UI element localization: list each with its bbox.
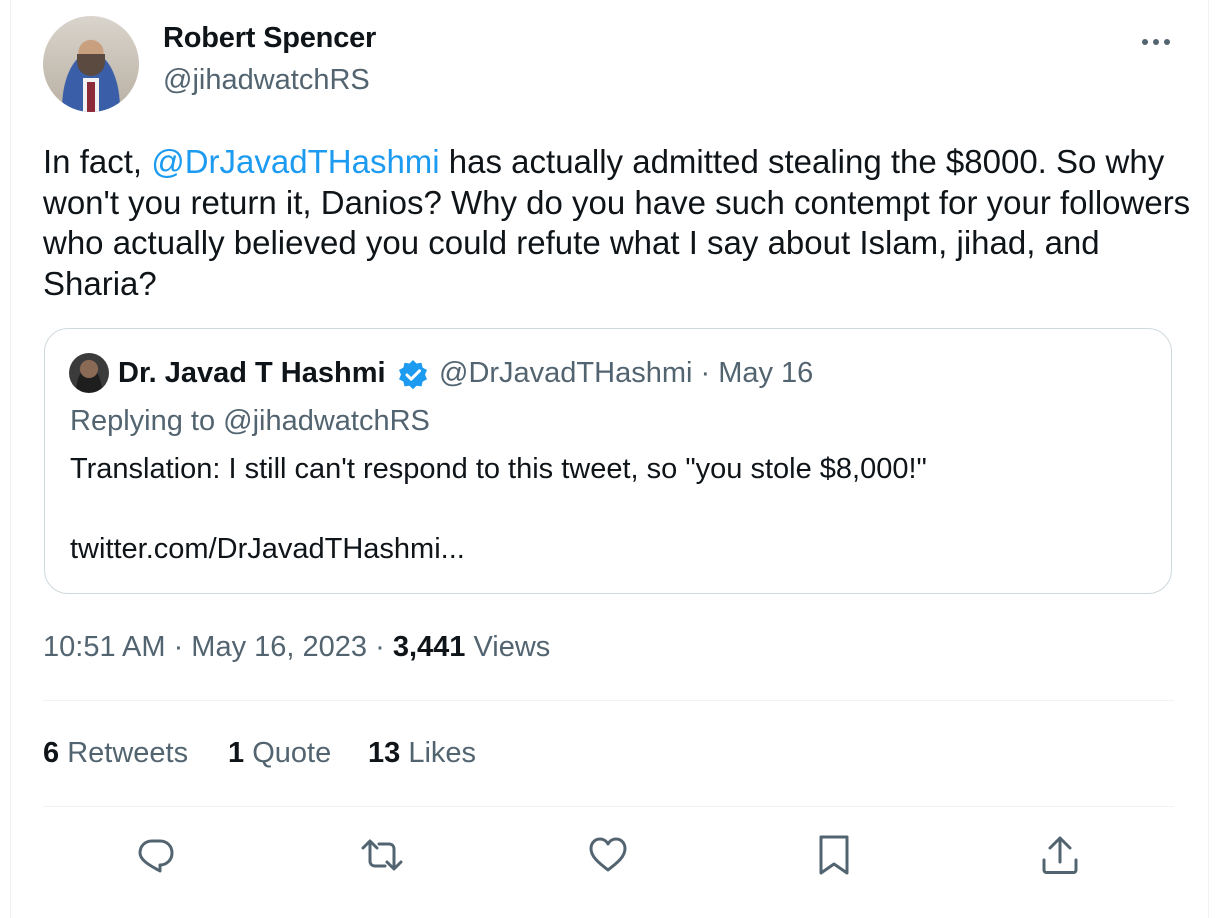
quoted-author-avatar [69,353,109,393]
heart-icon [589,837,627,872]
retweets-label: Retweets [59,737,189,769]
author-handle[interactable]: @jihadwatchRS [163,64,370,97]
divider [43,700,1174,701]
avatar-beard [77,54,105,76]
views-count: 3,441 [392,631,466,663]
bookmark-button[interactable] [812,833,856,877]
mention-link[interactable]: @DrJavadTHashmi [151,143,439,180]
reply-icon [138,839,174,873]
verified-badge-icon [397,359,429,391]
retweet-button[interactable] [360,833,404,877]
quoted-tweet-link[interactable]: twitter.com/DrJavadTHashmi... [70,533,465,566]
quoted-author-handle-date: @DrJavadTHashmi · May 16 [439,357,814,389]
likes-count: 13 [368,737,401,769]
quotes-label: Quote [244,737,332,769]
likes-stat[interactable]: 13 Likes [368,737,476,770]
quotes-stat[interactable]: 1 Quote [228,737,331,770]
author-name[interactable]: Robert Spencer [163,22,376,55]
avatar-tie [87,82,95,112]
tweet-text: In fact, @DrJavadTHashmi has actually ad… [43,142,1193,304]
quoted-tweet-text: Translation: I still can't respond to th… [70,453,927,485]
retweet-icon [361,839,403,871]
share-button[interactable] [1038,833,1082,877]
tweet-text-start: In fact, [43,143,152,180]
share-icon [1042,836,1078,874]
bookmark-icon [819,835,849,875]
divider [43,806,1174,807]
quotes-count: 1 [228,737,245,769]
frame-border-right [1208,0,1209,918]
quoted-author-name: Dr. Javad T Hashmi [118,357,386,389]
more-horizontal-icon[interactable] [1138,30,1174,54]
like-button[interactable] [586,833,630,877]
author-avatar[interactable] [43,16,139,112]
tweet-timestamp[interactable]: 10:51 AM · May 16, 2023 · [43,631,393,663]
retweets-count: 6 [43,737,60,769]
retweets-stat[interactable]: 6 Retweets [43,737,188,770]
reply-button[interactable] [134,833,178,877]
views-label: Views [465,631,551,663]
tweet-meta: 10:51 AM · May 16, 2023 · 3,441 Views [43,631,550,664]
frame-border-left [10,0,11,918]
likes-label: Likes [400,737,477,769]
replying-to: Replying to @jihadwatchRS [70,405,430,437]
quoted-tweet-card[interactable]: Dr. Javad T Hashmi @DrJavadTHashmi · May… [44,328,1172,594]
